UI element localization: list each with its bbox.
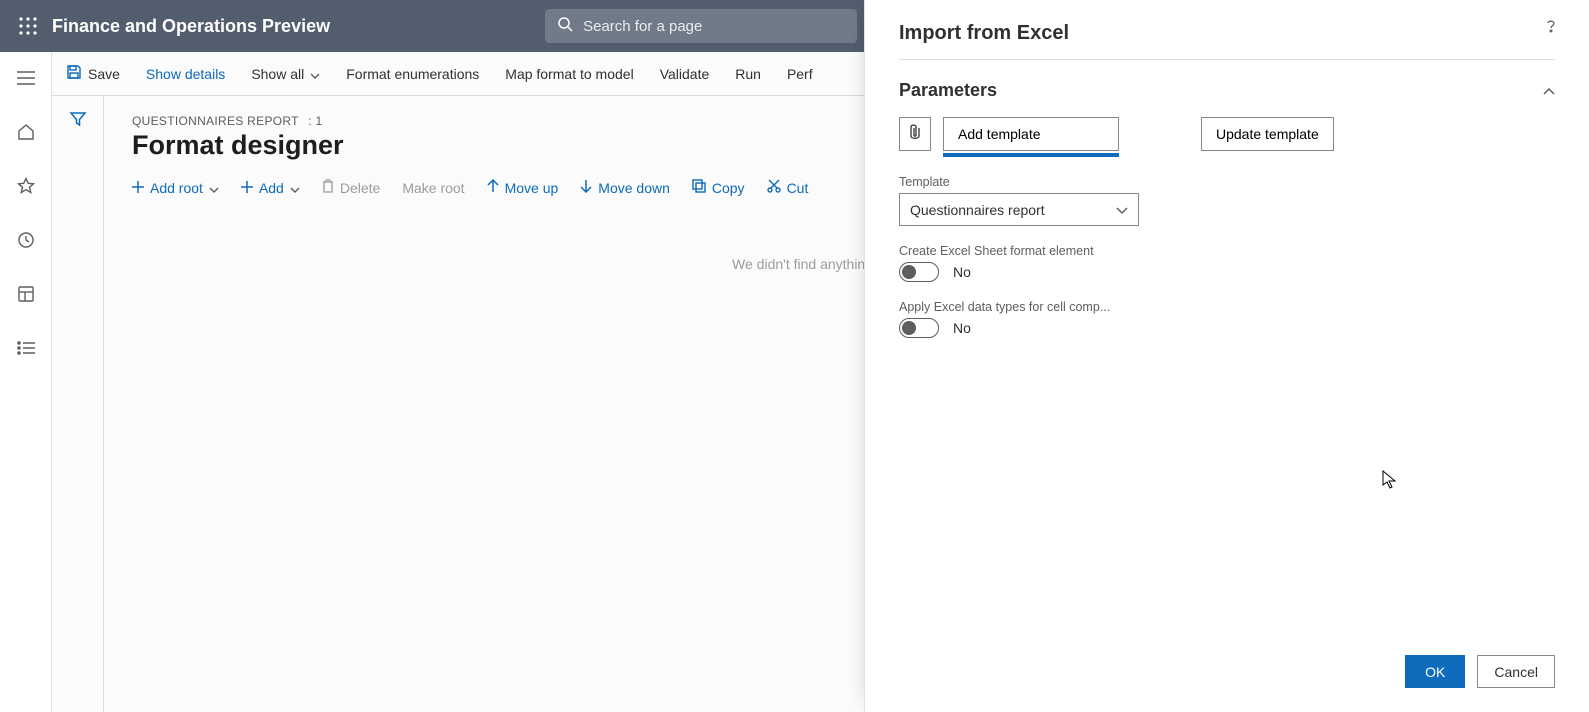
add-template-underline [943, 153, 1119, 157]
save-button[interactable]: Save [66, 64, 120, 83]
left-rail [0, 52, 52, 712]
panel-title: Import from Excel [865, 0, 1589, 59]
run-button[interactable]: Run [735, 66, 761, 82]
apply-types-value: No [953, 320, 971, 336]
chevron-up-icon [1543, 80, 1555, 101]
app-launcher-icon[interactable] [8, 17, 48, 35]
arrow-up-icon [487, 179, 499, 196]
add-label: Add [259, 180, 284, 196]
add-template-button[interactable]: Add template [943, 117, 1119, 151]
update-template-button[interactable]: Update template [1201, 117, 1334, 151]
trash-icon [322, 179, 334, 196]
filter-rail [52, 96, 104, 712]
chevron-down-icon [290, 180, 300, 196]
add-root-label: Add root [150, 180, 203, 196]
chevron-down-icon [209, 180, 219, 196]
move-down-button[interactable]: Move down [580, 179, 670, 196]
chevron-down-icon [310, 66, 320, 82]
parameters-section-header[interactable]: Parameters [865, 60, 1589, 111]
map-format-label: Map format to model [505, 66, 633, 82]
apply-types-toggle[interactable] [899, 318, 939, 338]
make-root-label: Make root [402, 180, 464, 196]
home-icon[interactable] [14, 120, 38, 144]
recent-clock-icon[interactable] [14, 228, 38, 252]
cut-label: Cut [787, 180, 809, 196]
import-from-excel-panel: Import from Excel Parameters Add templat… [864, 0, 1589, 712]
plus-icon [241, 180, 253, 196]
save-label: Save [88, 66, 120, 82]
move-up-button[interactable]: Move up [487, 179, 559, 196]
chevron-down-icon [1116, 202, 1128, 218]
format-enumerations-button[interactable]: Format enumerations [346, 66, 479, 82]
create-sheet-value: No [953, 264, 971, 280]
search-input[interactable] [583, 18, 845, 35]
apply-types-field-label: Apply Excel data types for cell comp... [899, 300, 1555, 314]
favorites-star-icon[interactable] [14, 174, 38, 198]
create-sheet-toggle[interactable] [899, 262, 939, 282]
map-format-to-model-button[interactable]: Map format to model [505, 66, 633, 82]
update-template-label: Update template [1216, 126, 1319, 142]
ok-label: OK [1425, 664, 1445, 680]
breadcrumb-index: : 1 [308, 114, 322, 128]
make-root-button: Make root [402, 180, 464, 196]
perf-label: Perf [787, 66, 813, 82]
template-field-label: Template [899, 175, 1555, 189]
create-sheet-field-label: Create Excel Sheet format element [899, 244, 1555, 258]
cancel-label: Cancel [1494, 664, 1538, 680]
breadcrumb-title: QUESTIONNAIRES REPORT [132, 114, 299, 128]
template-select-value: Questionnaires report [910, 202, 1045, 218]
app-title: Finance and Operations Preview [48, 16, 330, 37]
attach-button[interactable] [899, 117, 931, 151]
workspaces-icon[interactable] [14, 282, 38, 306]
panel-footer: OK Cancel [865, 641, 1589, 712]
format-enumerations-label: Format enumerations [346, 66, 479, 82]
copy-icon [692, 179, 706, 196]
modules-list-icon[interactable] [14, 336, 38, 360]
show-details-link[interactable]: Show details [146, 66, 225, 82]
filter-funnel-icon[interactable] [69, 110, 87, 712]
arrow-down-icon [580, 179, 592, 196]
validate-label: Validate [660, 66, 710, 82]
add-button[interactable]: Add [241, 180, 300, 196]
search-box[interactable] [545, 9, 857, 43]
search-icon [557, 16, 573, 37]
add-template-label: Add template [958, 126, 1041, 142]
run-label: Run [735, 66, 761, 82]
move-down-label: Move down [598, 180, 670, 196]
show-details-label: Show details [146, 66, 225, 82]
paperclip-icon [908, 123, 922, 146]
parameters-heading: Parameters [899, 80, 997, 101]
add-root-button[interactable]: Add root [132, 180, 219, 196]
plus-icon [132, 180, 144, 196]
copy-button[interactable]: Copy [692, 179, 745, 196]
perf-button[interactable]: Perf [787, 66, 813, 82]
delete-label: Delete [340, 180, 380, 196]
delete-button: Delete [322, 179, 380, 196]
ok-button[interactable]: OK [1405, 655, 1465, 688]
save-icon [66, 64, 82, 83]
help-icon[interactable] [1543, 18, 1559, 39]
cut-icon [767, 179, 781, 196]
move-up-label: Move up [505, 180, 559, 196]
parameters-section-body: Add template Update template Template Qu… [865, 111, 1589, 338]
cut-button[interactable]: Cut [767, 179, 809, 196]
template-select[interactable]: Questionnaires report [899, 193, 1139, 226]
show-all-dropdown[interactable]: Show all [251, 66, 320, 82]
copy-label: Copy [712, 180, 745, 196]
validate-button[interactable]: Validate [660, 66, 710, 82]
hamburger-icon[interactable] [14, 66, 38, 90]
show-all-label: Show all [251, 66, 304, 82]
cancel-button[interactable]: Cancel [1477, 655, 1555, 688]
